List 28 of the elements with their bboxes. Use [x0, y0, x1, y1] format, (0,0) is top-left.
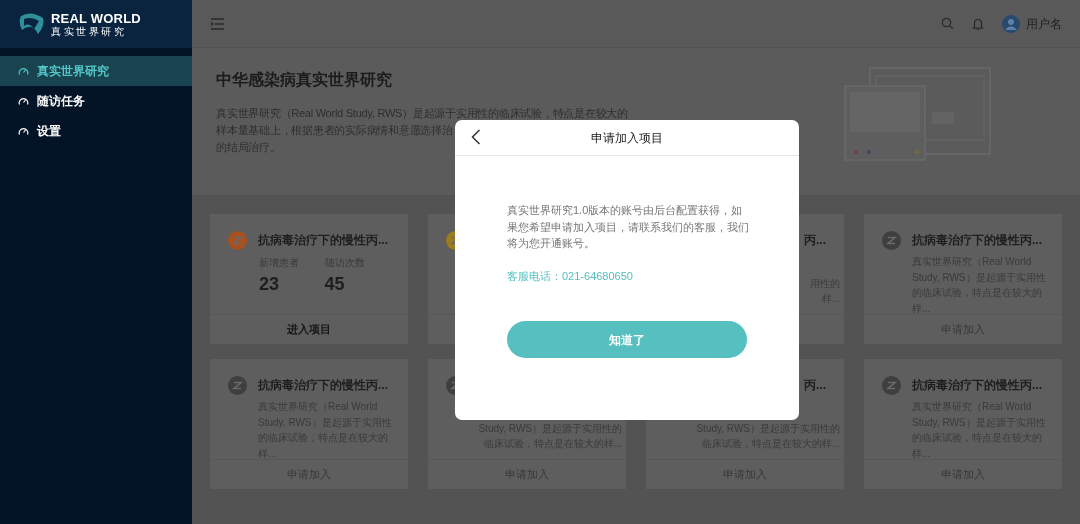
search-icon[interactable]	[941, 17, 954, 30]
card-title: 抗病毒治疗下的慢性丙...	[258, 377, 388, 394]
back-icon[interactable]	[471, 129, 481, 145]
gauge-icon	[18, 95, 29, 107]
logo-icon	[18, 12, 45, 36]
confirm-button[interactable]: 知道了	[507, 321, 747, 358]
sidebar-item[interactable]: 真实世界研究	[0, 56, 192, 86]
gauge-icon	[18, 65, 29, 77]
menu-icon[interactable]	[210, 16, 226, 31]
intro-title: 中华感染病真实世界研究	[216, 70, 393, 90]
logo-subtitle: 真实世界研究	[51, 25, 128, 37]
card-title: 抗病毒治疗下的慢性丙...	[912, 232, 1042, 249]
sidebar-item[interactable]: 设置	[0, 116, 192, 146]
card-title: 抗病毒治疗下的慢性丙...	[912, 377, 1042, 394]
gauge-icon	[18, 125, 29, 137]
card-title: 抗病毒治疗下的慢性丙...	[258, 232, 388, 249]
logo-title: REAL WORLD	[51, 11, 141, 26]
avatar-icon[interactable]	[1002, 14, 1020, 33]
bell-icon[interactable]	[972, 16, 984, 31]
card-title: 丙...	[804, 377, 826, 394]
dialog-title: 申请加入项目	[591, 129, 663, 147]
card-title: 丙...	[804, 232, 826, 249]
stat-value: 45	[324, 273, 346, 295]
service-phone: 客服电话：021-64680650	[507, 268, 634, 284]
card-action[interactable]: 进入项目	[210, 315, 408, 344]
stat-value: 23	[259, 273, 281, 295]
sidebar-item[interactable]: 随访任务	[0, 86, 192, 116]
dialog-message: 真实世界研究1.0版本的账号由后台配置获得，如果您希望申请加入项目，请联系我们的客服，我们将为您开通账号。	[507, 203, 750, 251]
